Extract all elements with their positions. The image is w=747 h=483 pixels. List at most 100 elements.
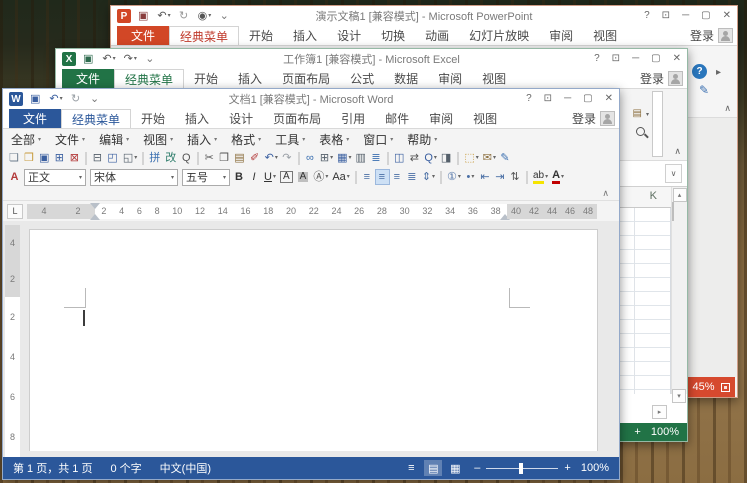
font-combo[interactable]: 宋体 ▾ bbox=[90, 168, 178, 186]
web-layout-icon[interactable]: ▦ bbox=[446, 460, 464, 476]
cut-icon[interactable]: ✂ bbox=[202, 150, 217, 166]
qat-menu-icon[interactable]: ⌄ bbox=[143, 51, 158, 67]
ribbon-tab[interactable]: 数据 bbox=[384, 69, 428, 88]
highlight-icon[interactable]: ab ▾ bbox=[531, 169, 550, 185]
file-tab[interactable]: 文件 bbox=[62, 69, 115, 88]
distribute-icon[interactable]: ≣ bbox=[405, 169, 420, 185]
user-avatar[interactable] bbox=[600, 111, 615, 126]
split-window-icon[interactable]: ◫ bbox=[392, 150, 407, 166]
tab-selector[interactable]: L bbox=[7, 203, 23, 219]
user-avatar[interactable] bbox=[668, 71, 683, 86]
edit-icon[interactable]: ✎ bbox=[498, 150, 513, 166]
ribbon-tab[interactable]: 开始 bbox=[239, 26, 283, 45]
zoom-slider-track[interactable] bbox=[486, 462, 559, 474]
vertical-ruler[interactable]: 42 2468 bbox=[5, 225, 20, 457]
enclose-character-icon[interactable]: Ⓐ ▾ bbox=[311, 169, 330, 185]
help-button[interactable]: ? bbox=[644, 11, 650, 21]
table-style-icon[interactable]: ▦ ▾ bbox=[335, 150, 353, 166]
minimize-button[interactable]: ─ bbox=[564, 94, 571, 104]
arrow-right-icon[interactable]: ▸ bbox=[716, 68, 721, 78]
ribbon-tab[interactable]: 审阅 bbox=[419, 109, 463, 128]
ribbon-tab[interactable]: 公式 bbox=[340, 69, 384, 88]
center-icon[interactable]: ≡ bbox=[374, 169, 390, 185]
style-combo[interactable]: 正文 ▾ bbox=[24, 168, 86, 186]
sign-in-link[interactable]: 登录 bbox=[640, 69, 687, 88]
ribbon-tab[interactable]: 审阅 bbox=[428, 69, 472, 88]
sort-icon[interactable]: ⇅ bbox=[508, 169, 523, 185]
maximize-button[interactable]: ▢ bbox=[701, 11, 710, 21]
change-case-icon[interactable]: Aa ▾ bbox=[330, 169, 351, 185]
vertical-scrollbar[interactable]: ▴ bbox=[671, 187, 687, 394]
ribbon-display-button[interactable]: ⊡ bbox=[544, 94, 552, 104]
save-as-icon[interactable]: ⊞ bbox=[52, 150, 67, 166]
decrease-indent-icon[interactable]: ⇤ bbox=[478, 169, 493, 185]
ribbon-tab[interactable]: 设计 bbox=[219, 109, 263, 128]
columns-icon[interactable]: ▥ bbox=[354, 150, 369, 166]
ribbon-tab[interactable]: 视图 bbox=[472, 69, 516, 88]
menu-file[interactable]: 文件 ▾ bbox=[55, 131, 85, 148]
ribbon-tab[interactable]: 经典菜单 bbox=[169, 26, 240, 45]
numbering-icon[interactable]: ① ▾ bbox=[445, 169, 463, 185]
ribbon-tab[interactable]: 插入 bbox=[175, 109, 219, 128]
save-icon[interactable]: ▣ bbox=[81, 51, 96, 67]
redo-icon[interactable]: ↻ bbox=[177, 8, 192, 24]
zoom-icon[interactable]: Q ▾ bbox=[422, 150, 439, 166]
word-count[interactable]: 0 个字 bbox=[110, 460, 141, 476]
file-tab[interactable]: 文件 bbox=[9, 109, 62, 128]
proofing-icon[interactable]: 改 bbox=[163, 150, 179, 166]
qat-menu-icon[interactable]: ⌄ bbox=[88, 91, 103, 107]
file-tab[interactable]: 文件 bbox=[117, 26, 170, 45]
scroll-down-icon[interactable]: ▾ bbox=[672, 389, 686, 403]
edit-pencil-icon[interactable]: ✎ bbox=[699, 84, 709, 96]
font-color-icon[interactable]: A ▾ bbox=[550, 169, 566, 185]
ribbon-tab[interactable]: 页面布局 bbox=[263, 109, 331, 128]
scroll-right-icon[interactable]: ▸ bbox=[652, 405, 667, 419]
line-spacing-icon[interactable]: ⇕ ▾ bbox=[420, 169, 437, 185]
copy-icon[interactable]: ❐ bbox=[217, 150, 232, 166]
menu-view[interactable]: 视图 ▾ bbox=[143, 131, 173, 148]
font-size-combo[interactable]: 五号 ▾ bbox=[182, 168, 230, 186]
zoom-percent-label[interactable]: 45% bbox=[692, 381, 714, 393]
styles-pane-icon[interactable]: A bbox=[7, 169, 22, 185]
save-icon[interactable]: ▣ bbox=[37, 150, 52, 166]
italic-icon[interactable]: I bbox=[247, 169, 262, 185]
maximize-button[interactable]: ▢ bbox=[651, 54, 660, 64]
save-icon[interactable]: ▣ bbox=[28, 91, 43, 107]
comment-icon[interactable]: ⬚ ▾ bbox=[462, 150, 480, 166]
undo-icon[interactable]: ↶ ▾ bbox=[155, 8, 172, 24]
toolbar-fragment-icon[interactable]: ▤ bbox=[633, 109, 642, 119]
collapse-ribbon-icon[interactable]: ∧ bbox=[674, 147, 681, 156]
ribbon-tab[interactable]: 开始 bbox=[184, 69, 228, 88]
document-map-icon[interactable]: ≣ bbox=[369, 150, 384, 166]
minimize-button[interactable]: ─ bbox=[632, 54, 639, 64]
ribbon-tab[interactable]: 经典菜单 bbox=[114, 69, 185, 88]
envelope-icon[interactable]: ✉ ▾ bbox=[481, 150, 498, 166]
zoom-slider-thumb[interactable] bbox=[519, 462, 524, 474]
minimize-button[interactable]: ─ bbox=[682, 11, 689, 21]
scroll-up-icon[interactable]: ▴ bbox=[672, 188, 687, 202]
menu-all[interactable]: 全部 ▾ bbox=[11, 131, 41, 148]
ribbon-tab[interactable]: 视图 bbox=[583, 26, 627, 45]
ribbon-tab[interactable]: 动画 bbox=[415, 26, 459, 45]
insert-table-icon[interactable]: ⊞ ▾ bbox=[318, 150, 335, 166]
ribbon-tab[interactable]: 页面布局 bbox=[272, 69, 340, 88]
redo-icon[interactable]: ↻ bbox=[69, 91, 84, 107]
menu-tools[interactable]: 工具 ▾ bbox=[275, 131, 305, 148]
first-line-indent-marker[interactable] bbox=[90, 202, 100, 209]
bold-icon[interactable]: B bbox=[232, 169, 247, 185]
pinyin-guide-icon[interactable]: 拼 bbox=[147, 150, 163, 166]
ribbon-tab[interactable]: 邮件 bbox=[375, 109, 419, 128]
language-indicator[interactable]: 中文(中国) bbox=[160, 460, 211, 476]
read-mode-icon[interactable]: ≡ bbox=[402, 460, 420, 476]
print-icon[interactable]: ⊟ bbox=[90, 150, 105, 166]
print-layout-icon[interactable]: ▤ bbox=[424, 460, 443, 476]
start-slideshow-icon[interactable]: ◉ ▾ bbox=[196, 8, 214, 24]
ribbon-display-button[interactable]: ⊡ bbox=[662, 11, 670, 21]
help-button[interactable]: ? bbox=[526, 94, 532, 104]
redo-icon[interactable]: ↷ ▾ bbox=[122, 51, 139, 67]
read-layout-icon[interactable]: ◨ bbox=[439, 150, 454, 166]
underline-icon[interactable]: U ▾ bbox=[262, 169, 278, 185]
ribbon-tab[interactable]: 插入 bbox=[228, 69, 272, 88]
document-page[interactable] bbox=[29, 229, 598, 451]
zoom-percent-label[interactable]: 100% bbox=[581, 462, 609, 474]
